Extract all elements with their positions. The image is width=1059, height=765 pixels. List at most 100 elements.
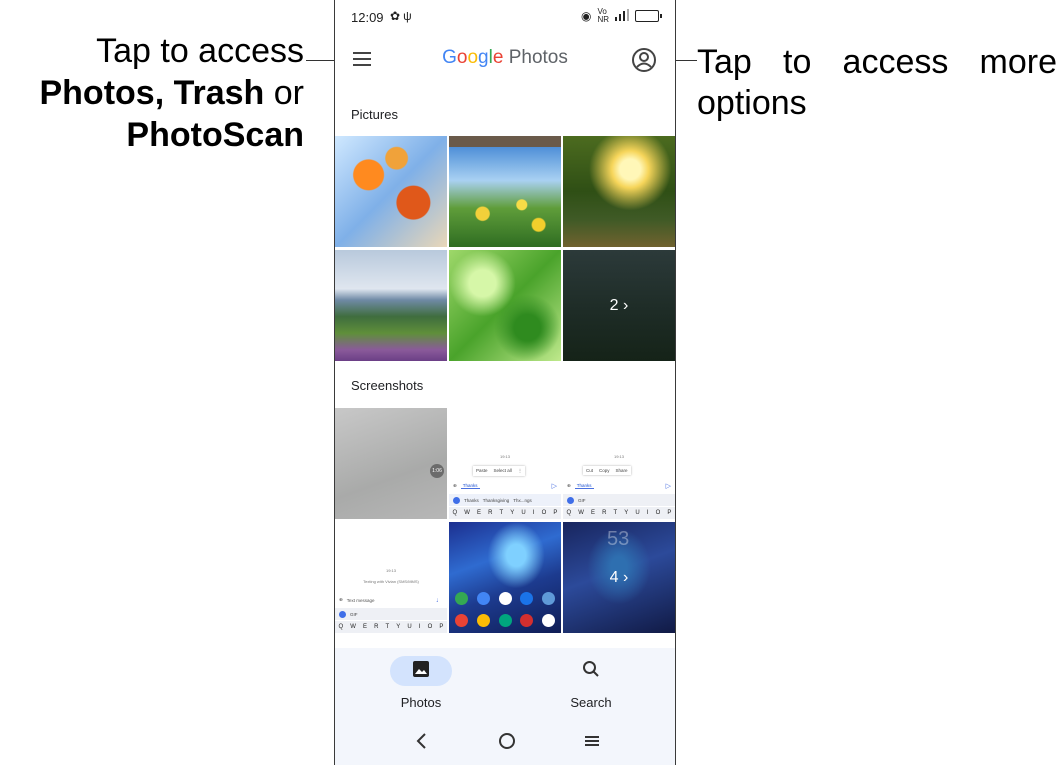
callout-account: Tap to access more options [697,43,1057,122]
key: O [655,510,661,516]
key: R [374,624,379,630]
pictures-grid: 2 › [335,136,675,361]
key: T [613,510,618,516]
key: I [646,510,649,516]
screenshot-thumbnail-homescreen[interactable] [449,522,561,633]
app-icon-row-1 [455,592,555,605]
home-icon[interactable] [498,732,516,755]
nav-search[interactable]: Search [541,656,641,710]
more-pictures-indicator: 2 › [563,250,675,361]
nav-photos[interactable]: Photos [371,656,471,710]
shot1-input-row: ⊕ Thanks ▷ [449,480,561,492]
shot3-input-row: ⊕ Text message ♩ [335,594,447,606]
shot1-sugg2: Thanksgiving [482,497,510,503]
screenshot-thumbnail-gray[interactable]: 1:06 [335,408,447,519]
shot2-add-icon: ⊕ [567,483,571,488]
screenshot-thumbnail-copy[interactable]: 19:13 Cut Copy Share ⊕ Thanks ▷ GIF QW ER… [563,408,675,519]
screenshot-thumbnail-message[interactable]: 19:13 Texting with Vivian (SMS/MMS) ⊕ Te… [335,522,447,633]
shot2-context-menu: Cut Copy Share [583,466,631,475]
nfc-icon: ◉ [580,9,592,23]
status-time: 12:09 [351,10,384,25]
app-icon [520,614,534,627]
photo-thumbnail-meadow[interactable] [335,250,447,361]
key: Q [338,624,344,630]
key: W [578,510,584,516]
shot2-send-icon: ▷ [665,483,671,490]
phone-screen: 12:09 ✿ψ ◉ Vo NR Google Photos Pictures [334,0,676,765]
key: U [635,510,640,516]
screenshot-thumbnail-more[interactable]: 53 4 › [563,522,675,633]
shot2-input: Thanks [574,483,594,489]
shot1-select-all: Select all [493,468,512,473]
search-icon [582,660,600,683]
status-right-icons: ◉ Vo NR [580,8,662,24]
logo-letter-e: e [492,47,504,68]
app-icon [476,592,490,605]
recents-icon[interactable] [583,732,601,755]
shot1-paste: Paste [476,468,488,473]
shot2-time: 19:13 [613,454,624,459]
key: Q [566,510,572,516]
key: U [407,624,412,630]
app-icon [455,592,468,605]
shot2-toolbar: GIF [563,494,675,506]
photo-thumbnail-forest[interactable] [563,136,675,247]
usb-icon: ψ [403,9,415,23]
shot1-time: 19:13 [499,454,510,459]
shot2-tool-icon [567,496,574,504]
shot1-sugg3: Thx...ngs [513,497,532,503]
shot2-input-row: ⊕ Thanks ▷ [563,480,675,492]
shot3-input: Text message [346,597,375,603]
screenshot-thumbnail-paste[interactable]: 19:13 Paste Select all ⋮ ⊕ Thanks ▷ Than… [449,408,561,519]
callout-menu: Tap to access Photos, Trash or PhotoScan [0,30,304,156]
photo-thumbnail-flowers[interactable] [449,136,561,247]
logo-letter-g2: g [478,47,489,68]
more-screenshots-indicator: 4 › [563,522,675,633]
shot1-add-icon: ⊕ [453,483,457,488]
photo-thumbnail-leaves-green[interactable] [449,250,561,361]
callout-menu-line2: Photos, Trash or [0,72,304,114]
logo-letter-o1: o [456,47,468,68]
key: E [363,624,368,630]
chevron-right-icon: › [623,568,629,586]
key: R [488,510,493,516]
app-icon [476,614,490,627]
app-bar: Google Photos [335,38,675,82]
screenshots-grid: 1:06 19:13 Paste Select all ⋮ ⊕ Thanks ▷… [335,408,675,633]
app-icon [542,592,555,605]
key: W [464,510,470,516]
shot1-suggest-icon [453,496,460,504]
app-icon [520,592,534,605]
key: Y [510,510,515,516]
shot2-share: Share [615,468,628,473]
key: I [532,510,535,516]
back-icon[interactable] [415,732,429,755]
bottom-navigation: Photos Search [335,648,675,720]
shot3-mic-icon: ♩ [436,596,443,604]
photo-thumbnail-more-pictures[interactable]: 2 › [563,250,675,361]
key: Y [624,510,629,516]
video-duration-badge: 1:06 [430,464,444,478]
key: P [439,624,444,630]
signal-icon [615,8,629,24]
callout-menu-line1: Tap to access [96,32,304,70]
nav-photos-pill [390,656,452,686]
key: Q [452,510,458,516]
shot2-keyboard: QW ERTYUIOP [563,507,675,519]
app-icon [542,614,555,627]
nav-search-pill [560,656,622,686]
account-circle-icon[interactable] [631,47,657,73]
key: O [427,624,433,630]
callout-bold-photos-trash: Photos, Trash [39,74,265,112]
shot3-time: 19:13 [385,568,396,573]
more-pictures-count: 2 [609,296,619,314]
shot3-gif: GIF [350,611,358,617]
key: P [667,510,672,516]
key: O [541,510,547,516]
nav-search-label: Search [570,695,612,710]
key: E [477,510,482,516]
logo-letter-o2: o [467,47,479,68]
vonr-nr: NR [597,15,609,24]
photo-thumbnail-leaves[interactable] [335,136,447,247]
shot1-input: Thanks [460,483,480,489]
